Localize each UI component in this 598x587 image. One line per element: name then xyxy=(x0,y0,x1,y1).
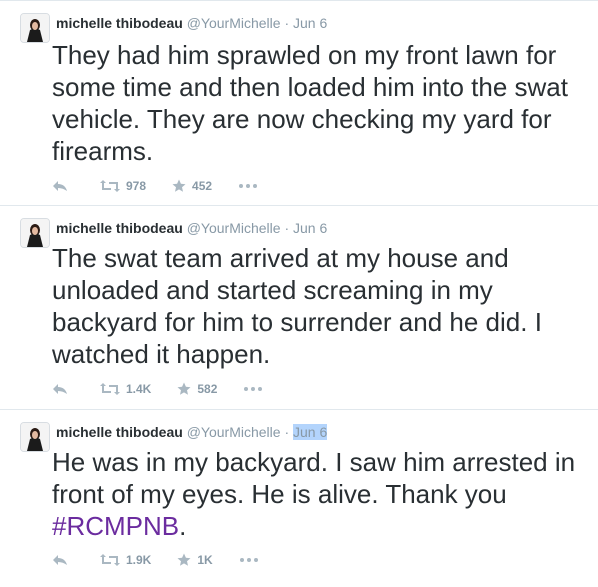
retweet-count: 1.4K xyxy=(126,382,152,396)
tweet[interactable]: michelle thibodeau @YourMichelle · Jun 6… xyxy=(0,410,598,587)
timestamp[interactable]: Jun 6 xyxy=(293,220,327,236)
favorite-count: 582 xyxy=(197,382,218,396)
author-handle[interactable]: @YourMichelle xyxy=(187,15,281,31)
author-name[interactable]: michelle thibodeau xyxy=(56,220,183,236)
retweet-icon xyxy=(100,180,120,192)
separator: · xyxy=(284,15,290,31)
tweet[interactable]: michelle thibodeau @YourMichelle · Jun 6… xyxy=(0,206,598,410)
tweet-header: michelle thibodeau @YourMichelle · Jun 6 xyxy=(56,422,328,442)
star-icon xyxy=(177,382,191,395)
timestamp[interactable]: Jun 6 xyxy=(293,15,327,31)
tweet-header: michelle thibodeau @YourMichelle · Jun 6 xyxy=(56,13,327,33)
author-handle[interactable]: @YourMichelle xyxy=(187,220,281,236)
more-button[interactable] xyxy=(238,183,264,189)
reply-icon xyxy=(53,555,67,565)
reply-button[interactable] xyxy=(52,554,74,566)
author-name[interactable]: michelle thibodeau xyxy=(56,15,183,31)
favorite-count: 452 xyxy=(192,179,213,193)
favorite-count: 1K xyxy=(197,553,213,567)
hashtag-link[interactable]: #RCMPNB xyxy=(52,511,179,541)
favorite-button[interactable]: 1K xyxy=(177,553,213,567)
more-icon xyxy=(244,387,263,391)
tweet-text: They had him sprawled on my front lawn f… xyxy=(52,40,568,166)
retweet-count: 1.9K xyxy=(126,553,152,567)
retweet-button[interactable]: 1.9K xyxy=(100,553,151,567)
tweet-text: The swat team arrived at my house and un… xyxy=(52,243,542,369)
retweet-button[interactable]: 978 xyxy=(100,179,146,193)
reply-icon xyxy=(53,181,67,191)
tweet-actions: 978 452 xyxy=(52,176,290,196)
more-icon xyxy=(239,558,258,562)
avatar[interactable] xyxy=(20,13,50,43)
more-button[interactable] xyxy=(243,386,269,392)
separator: · xyxy=(284,424,290,440)
tweet-text-body: He was in my backyard. I saw him arreste… xyxy=(52,447,576,509)
tweet-header: michelle thibodeau @YourMichelle · Jun 6 xyxy=(56,218,327,238)
reply-button[interactable] xyxy=(52,383,74,395)
more-icon xyxy=(239,184,258,188)
tweet-actions: 1.9K 1K xyxy=(52,550,291,570)
reply-button[interactable] xyxy=(52,180,74,192)
star-icon xyxy=(177,553,191,566)
more-button[interactable] xyxy=(239,557,265,563)
favorite-button[interactable]: 452 xyxy=(172,179,212,193)
tweet[interactable]: michelle thibodeau @YourMichelle · Jun 6… xyxy=(0,0,598,206)
tweet-actions: 1.4K 582 xyxy=(52,379,295,399)
tweet-text: He was in my backyard. I saw him arreste… xyxy=(52,446,588,542)
retweet-count: 978 xyxy=(126,179,147,193)
star-icon xyxy=(172,179,186,192)
avatar[interactable] xyxy=(20,218,50,248)
retweet-icon xyxy=(100,383,120,395)
author-handle[interactable]: @YourMichelle xyxy=(187,424,281,440)
reply-icon xyxy=(53,384,67,394)
author-name[interactable]: michelle thibodeau xyxy=(56,424,183,440)
separator: · xyxy=(284,220,290,236)
avatar[interactable] xyxy=(20,422,50,452)
favorite-button[interactable]: 582 xyxy=(177,382,217,396)
retweet-button[interactable]: 1.4K xyxy=(100,382,151,396)
timestamp[interactable]: Jun 6 xyxy=(293,424,328,440)
retweet-icon xyxy=(100,554,120,566)
tweet-text-end: . xyxy=(179,511,187,541)
